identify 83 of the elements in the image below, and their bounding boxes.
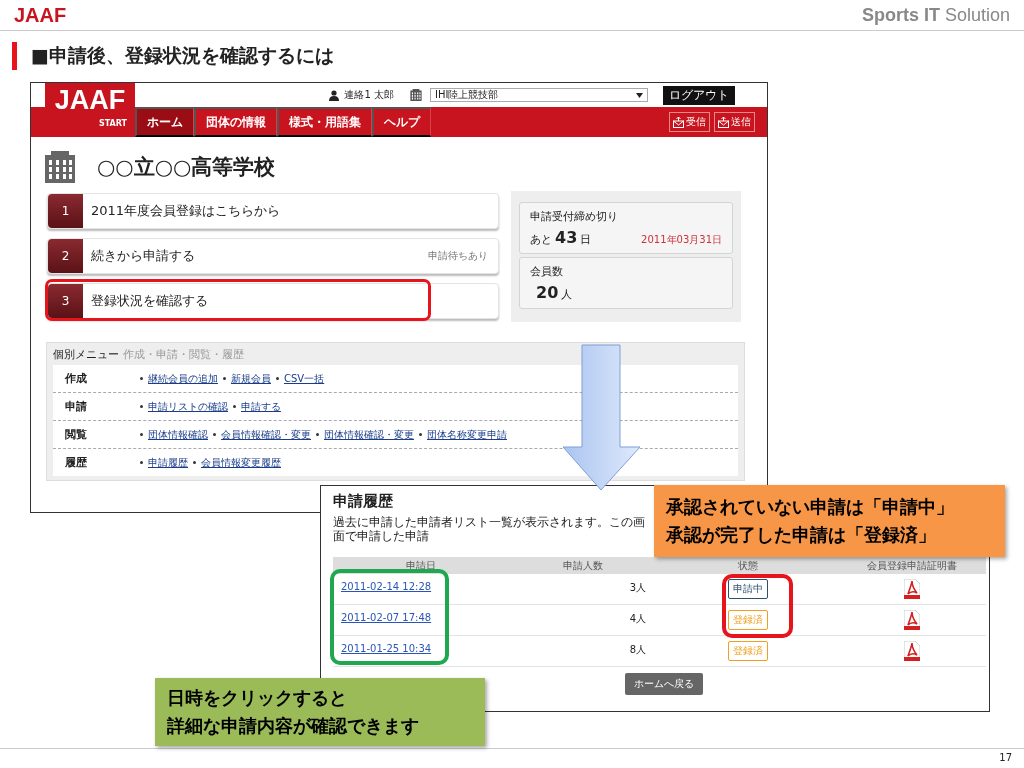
step-button[interactable]: 1 2011年度会員登録はこちらから	[47, 193, 499, 229]
building-icon	[45, 151, 75, 183]
menu-subtitle: 作成・申請・閲覧・履歴	[123, 346, 244, 362]
page-heading: 申請履歴	[333, 492, 393, 511]
menu-link[interactable]: 会員情報変更履歴	[201, 455, 281, 470]
pdf-icon[interactable]	[904, 579, 920, 599]
nav-tab[interactable]: 様式・用語集	[277, 107, 372, 137]
member-unit: 人	[561, 287, 573, 302]
bullet-icon	[140, 461, 143, 464]
company-logo: JAAF	[14, 3, 67, 27]
mail-icon	[718, 116, 729, 128]
days-count: 43	[555, 228, 578, 247]
date-link[interactable]: 2011-02-14 12:28	[341, 581, 432, 592]
slide-title: ■申請後、登録状況を確認するには	[31, 43, 334, 68]
menu-category: 履歴	[65, 455, 88, 470]
menu-category: 閲覧	[65, 427, 88, 442]
date-link[interactable]: 2011-01-25 10:34	[341, 643, 432, 654]
page-number: 17	[999, 752, 1012, 763]
callout-text: 詳細な申請内容が確認できます	[167, 714, 420, 738]
table-cell: 8人	[629, 643, 646, 657]
menu-link[interactable]: 申請する	[241, 399, 281, 414]
callout-text: 承認されていない申請は「申請中」	[666, 495, 955, 519]
step-note: 申請待ちあり	[428, 249, 488, 263]
bullet-icon	[223, 377, 226, 380]
card-label: 会員数	[530, 264, 564, 279]
menu-link[interactable]: 会員情報確認・変更	[221, 427, 311, 442]
pdf-icon[interactable]	[904, 610, 920, 630]
menu-link[interactable]: 団体情報確認・変更	[324, 427, 414, 442]
status-badge: 登録済	[728, 641, 768, 661]
person-icon	[329, 89, 340, 101]
user-name: 連絡1 太郎	[344, 88, 394, 102]
nav-tab[interactable]: 団体の情報	[194, 107, 277, 137]
card-label: 申請受付締め切り	[530, 209, 619, 224]
mail-icon	[673, 116, 684, 128]
bullet-icon	[233, 405, 236, 408]
school-name: ○○立○○高等学校	[97, 154, 276, 181]
menu-link[interactable]: 継続会員の追加	[148, 371, 218, 386]
menu-link[interactable]: 申請リストの確認	[148, 399, 228, 414]
bullet-icon	[276, 377, 279, 380]
building-icon	[410, 89, 422, 101]
menu-link[interactable]: 団体情報確認	[148, 427, 208, 442]
menu-category: 作成	[65, 371, 88, 386]
deadline-date: 2011年03月31日	[641, 233, 722, 247]
bullet-icon	[316, 433, 319, 436]
bullet-icon	[140, 377, 143, 380]
callout-text: 承認が完了した申請は「登録済」	[666, 523, 937, 547]
days-prefix: あと	[530, 232, 552, 247]
nav-tab[interactable]: ホーム	[135, 107, 194, 137]
days-unit: 日	[580, 232, 592, 247]
pdf-icon[interactable]	[904, 641, 920, 661]
caret-icon	[636, 92, 643, 98]
date-link[interactable]: 2011-02-07 17:48	[341, 612, 432, 623]
mail-button[interactable]: 送信	[714, 112, 755, 132]
accent-bar	[12, 42, 17, 70]
column-header: 会員登録申請証明書	[838, 557, 986, 574]
status-badge: 登録済	[728, 610, 768, 630]
logout-button[interactable]: ログアウト	[663, 85, 735, 105]
back-home-button[interactable]: ホームへ戻る	[625, 673, 703, 695]
member-count: 20	[536, 283, 559, 302]
column-header: 状態	[658, 557, 838, 574]
menu-category: 申請	[65, 399, 88, 414]
bullet-icon	[193, 461, 196, 464]
step-button[interactable]: 2 続きから申請する 申請待ちあり	[47, 238, 499, 274]
nav-tab[interactable]: ヘルプ	[372, 107, 431, 137]
bullet-icon	[140, 433, 143, 436]
menu-link[interactable]: 団体名称変更申請	[427, 427, 507, 442]
down-arrow-icon	[562, 344, 642, 492]
column-header: 申請人数	[508, 557, 658, 574]
menu-link[interactable]: CSV一括	[284, 371, 325, 386]
organization-select[interactable]: IHI陸上競技部	[430, 88, 648, 102]
bullet-icon	[419, 433, 422, 436]
menu-title: 個別メニュー	[53, 346, 119, 362]
callout-text: 日時をクリックすると	[167, 686, 348, 710]
page-description: 過去に申請した申請者リスト一覧が表示されます。この画面で申請した申請	[333, 515, 646, 543]
brand-name: Sports IT Solution	[861, 4, 1010, 26]
status-badge: 申請中	[728, 579, 768, 599]
menu-link[interactable]: 新規会員	[231, 371, 271, 386]
table-cell: 3人	[629, 581, 646, 595]
bullet-icon	[213, 433, 216, 436]
bullet-icon	[140, 405, 143, 408]
menu-link[interactable]: 申請履歴	[148, 455, 188, 470]
mail-button[interactable]: 受信	[669, 112, 710, 132]
table-cell: 4人	[629, 612, 646, 626]
